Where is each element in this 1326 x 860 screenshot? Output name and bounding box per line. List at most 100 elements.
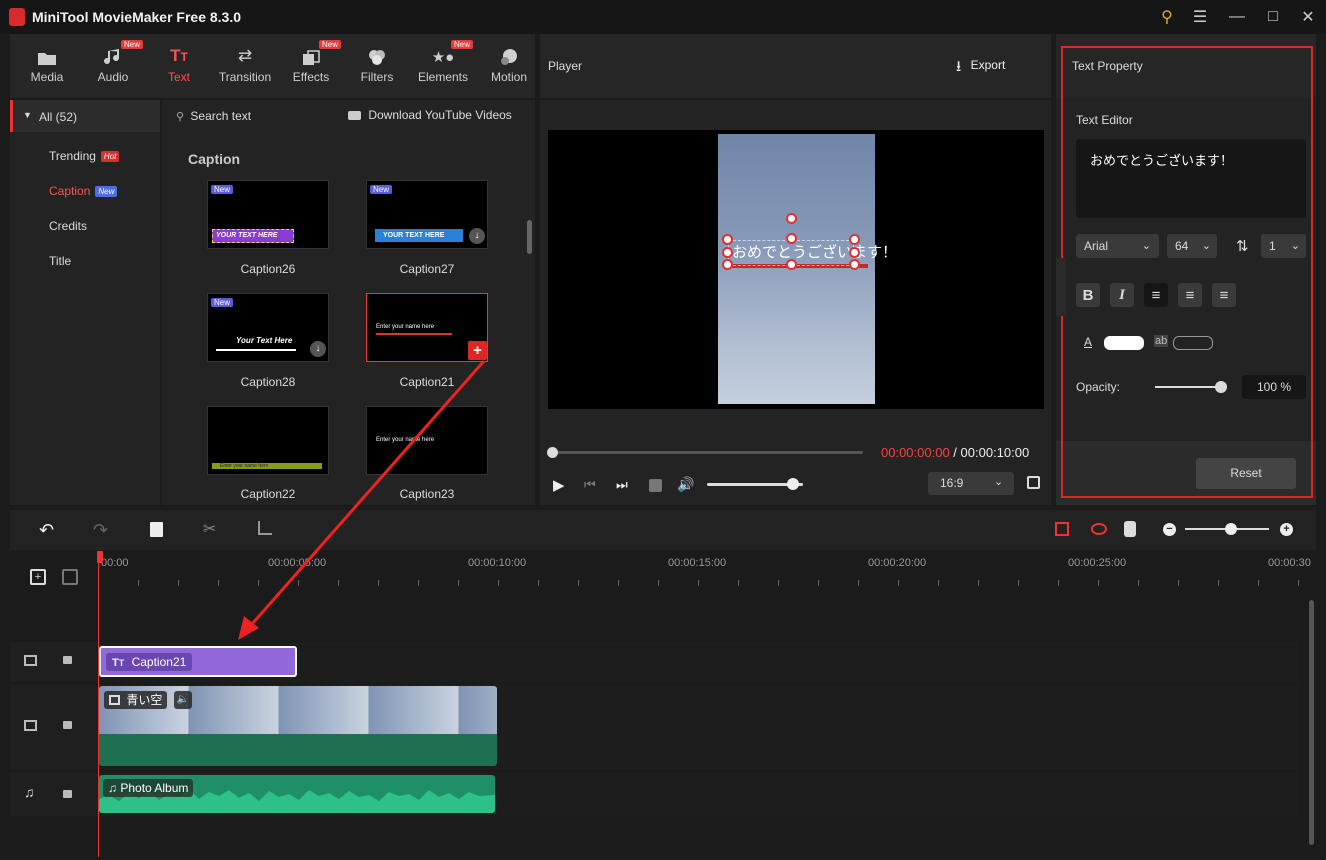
export-button[interactable]: ⭳ Export: [956, 56, 1005, 76]
caption-thumb-21[interactable]: Enter your name here +: [366, 293, 488, 362]
split-icon[interactable]: ✂: [203, 519, 216, 539]
time-display: 00:00:00:00 / 00:00:10:00: [881, 445, 1029, 460]
tab-elements[interactable]: New ★● Elements: [410, 40, 476, 94]
search-box[interactable]: ⚲ Search text: [176, 109, 336, 125]
zoom-knob[interactable]: [1225, 523, 1238, 535]
timeline-scrollbar[interactable]: [1309, 600, 1314, 845]
tab-filters[interactable]: Filters: [344, 40, 410, 94]
tab-motion[interactable]: Motion: [476, 40, 542, 94]
time-current: 00:00:00:00: [881, 445, 950, 460]
ruler-tick: [1218, 580, 1219, 586]
rotate-handle[interactable]: [786, 233, 797, 244]
audio-clip-label: Photo Album: [120, 781, 189, 795]
video-audio-waveform: [99, 734, 497, 766]
ruler-tick: [338, 580, 339, 586]
thumb-caption-text: Your Text Here: [236, 336, 293, 345]
lock-icon[interactable]: [63, 790, 72, 798]
download-youtube-button[interactable]: Download YouTube Videos: [348, 108, 528, 124]
fit-timeline-icon[interactable]: [1055, 522, 1069, 536]
resize-handle[interactable]: [786, 259, 797, 270]
category-caption[interactable]: Caption New: [49, 184, 118, 198]
playhead-handle[interactable]: [97, 551, 103, 563]
caption-thumb-27[interactable]: New YOUR TEXT HERE ↓: [366, 180, 488, 249]
maximize-button[interactable]: □: [1261, 6, 1285, 28]
thumb-caption-underline: [376, 333, 452, 335]
lock-icon[interactable]: [63, 721, 72, 729]
thumb-decoration: [216, 349, 296, 351]
crop-icon[interactable]: [258, 521, 272, 535]
player-label: Player: [548, 59, 583, 73]
previous-frame-button[interactable]: ⏮: [584, 477, 596, 493]
add-track-icon[interactable]: +: [30, 569, 46, 585]
ruler-label: 00:00:20:00: [868, 557, 927, 569]
ruler-tick: [818, 580, 819, 586]
resize-handle[interactable]: [849, 247, 860, 258]
tab-media[interactable]: Media: [14, 40, 80, 94]
volume-knob[interactable]: [787, 478, 800, 490]
play-button[interactable]: ▶: [553, 476, 565, 494]
resize-handle[interactable]: [849, 234, 860, 245]
ruler-tick: [978, 580, 979, 586]
caption-thumb-28[interactable]: New Your Text Here ↓: [207, 293, 329, 362]
player-progress-knob[interactable]: [547, 447, 558, 458]
player-progress-track[interactable]: [552, 451, 863, 454]
resize-handle[interactable]: [849, 259, 860, 270]
resize-handle[interactable]: [722, 234, 733, 245]
speaker-icon[interactable]: 🔈: [174, 691, 192, 709]
youtube-icon: [348, 111, 361, 120]
resize-handle[interactable]: [722, 247, 733, 258]
caption-thumb-22[interactable]: Enter your name here: [207, 406, 329, 475]
minimize-button[interactable]: —: [1225, 6, 1249, 28]
ruler-label: 00:00: [101, 557, 129, 569]
close-button[interactable]: ✕: [1296, 6, 1320, 28]
zoom-fit-icon[interactable]: [1091, 523, 1107, 535]
zoom-out-icon[interactable]: −: [1163, 523, 1176, 536]
film-icon[interactable]: [24, 655, 37, 666]
undo-icon[interactable]: ↶: [39, 520, 54, 541]
resize-handle[interactable]: [722, 259, 733, 270]
lock-icon[interactable]: [63, 656, 72, 664]
thumb-caption-bar: YOUR TEXT HERE: [212, 229, 294, 243]
music-note-icon: ♫: [108, 781, 117, 795]
tab-audio[interactable]: New Audio: [80, 40, 146, 94]
key-icon[interactable]: ⚲: [1155, 6, 1179, 28]
panel-collapse-handle[interactable]: [1056, 258, 1066, 316]
redo-icon[interactable]: ↷: [93, 520, 108, 541]
download-icon[interactable]: ↓: [469, 228, 485, 244]
remove-track-icon[interactable]: [62, 569, 78, 585]
playhead[interactable]: [98, 552, 99, 857]
stop-button[interactable]: [649, 479, 662, 492]
caption-thumb-23[interactable]: Enter your name here: [366, 406, 488, 475]
tab-effects[interactable]: New Effects: [278, 40, 344, 94]
all-category[interactable]: ▼ All (52): [10, 100, 160, 132]
new-badge: New: [211, 298, 234, 307]
resize-handle[interactable]: [786, 213, 797, 224]
tab-transition[interactable]: ⇄ Transition: [212, 40, 278, 94]
text-clip[interactable]: TT Caption21: [99, 646, 297, 677]
ruler-tick: [1298, 580, 1299, 586]
tab-text[interactable]: TT Text: [146, 40, 212, 94]
caption-thumb-26[interactable]: New YOUR TEXT HERE: [207, 180, 329, 249]
snap-icon[interactable]: [1124, 521, 1136, 537]
category-title[interactable]: Title: [49, 254, 71, 268]
preview-stage[interactable]: おめでとうございます！: [548, 130, 1044, 409]
ruler-label: 00:00:10:00: [468, 557, 527, 569]
aspect-ratio-dropdown[interactable]: 16:9 ⌄: [928, 472, 1014, 495]
zoom-in-icon[interactable]: +: [1280, 523, 1293, 536]
video-clip[interactable]: 青い空 🔈: [99, 686, 497, 766]
category-trending[interactable]: Trending Hot: [49, 149, 120, 163]
ruler-tick: [1098, 580, 1099, 586]
audio-clip[interactable]: ♫ Photo Album: [99, 775, 495, 813]
next-frame-button[interactable]: ⏭: [616, 477, 628, 493]
volume-icon[interactable]: 🔊: [677, 476, 694, 493]
download-icon[interactable]: ↓: [310, 341, 326, 357]
app-title: MiniTool MovieMaker Free 8.3.0: [32, 9, 242, 25]
fullscreen-icon[interactable]: [1027, 476, 1040, 489]
gallery-scrollbar[interactable]: [527, 220, 532, 254]
add-icon[interactable]: +: [468, 341, 487, 360]
film-icon[interactable]: [24, 720, 37, 731]
category-credits[interactable]: Credits: [49, 219, 87, 233]
audio-track-header: ♫: [10, 772, 98, 816]
menu-icon[interactable]: ☰: [1188, 6, 1212, 28]
delete-icon[interactable]: [150, 522, 163, 537]
